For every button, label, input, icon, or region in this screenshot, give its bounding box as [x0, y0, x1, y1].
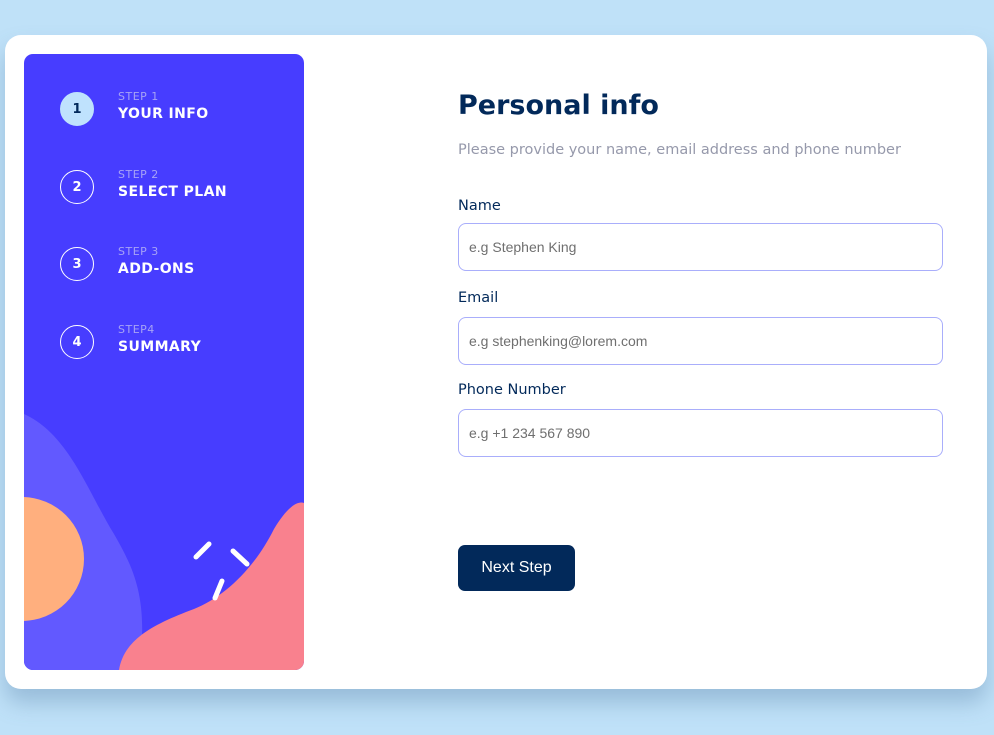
sidebar-background-art [24, 414, 304, 670]
step-sidebar: 1 STEP 1 YOUR INFO 2 STEP 2 SELECT PLAN … [24, 54, 304, 670]
step-3-number: 3 [60, 247, 94, 281]
form-card: 1 STEP 1 YOUR INFO 2 STEP 2 SELECT PLAN … [5, 35, 987, 689]
step-4-number: 4 [60, 325, 94, 359]
step-1-label: STEP 1 [118, 90, 159, 103]
phone-label: Phone Number [458, 382, 566, 398]
step-2-title: SELECT PLAN [118, 184, 227, 200]
email-input[interactable] [458, 317, 943, 365]
step-3-label: STEP 3 [118, 245, 159, 258]
name-input[interactable] [458, 223, 943, 271]
step-4-title: SUMMARY [118, 339, 202, 355]
step-2-label: STEP 2 [118, 168, 159, 181]
step-2-number: 2 [60, 170, 94, 204]
step-3-title: ADD-ONS [118, 261, 195, 277]
email-label: Email [458, 290, 499, 306]
step-1-title: YOUR INFO [118, 106, 209, 122]
page-subtitle: Please provide your name, email address … [458, 142, 901, 158]
phone-input[interactable] [458, 409, 943, 457]
page-title: Personal info [458, 90, 659, 121]
name-label: Name [458, 198, 501, 214]
next-step-button[interactable]: Next Step [458, 545, 575, 591]
pink-blob [119, 502, 304, 670]
step-4-label: STEP4 [118, 323, 155, 336]
step-1-number: 1 [60, 92, 94, 126]
